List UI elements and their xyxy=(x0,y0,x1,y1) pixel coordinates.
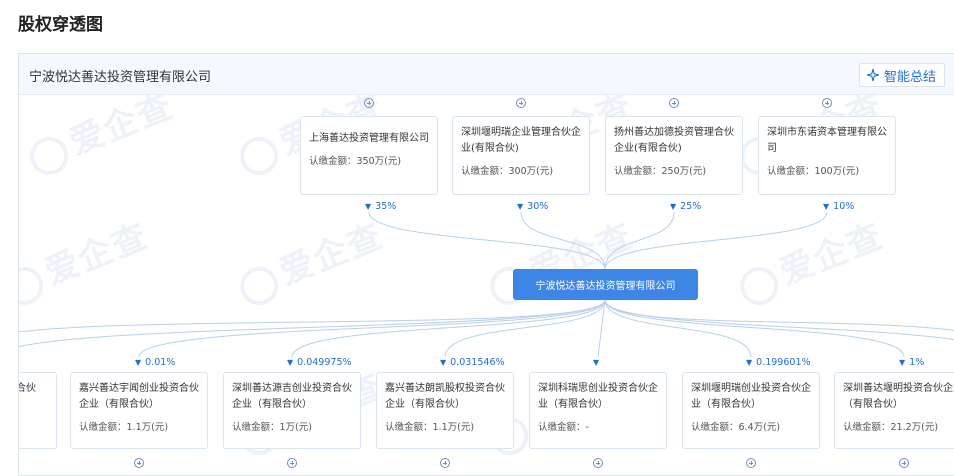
node-name: 上海善达投资管理有限公司 xyxy=(309,133,429,144)
shareholder-node[interactable]: 扬州善达加德投资管理合伙企业(有限合伙) 认缴金额：250万(元) xyxy=(605,116,743,195)
node-name: 深圳科瑞思创业投资合伙企业（有限合伙） xyxy=(538,383,658,410)
shareholder-node[interactable]: 深圳市东诺资本管理有限公司 认缴金额：100万(元) xyxy=(758,116,896,195)
node-name: 扬州善达加德投资管理合伙企业(有限合伙) xyxy=(614,127,734,154)
investment-percent: ▼ 0.199601% xyxy=(746,357,811,368)
share-percent: ▼ 35% xyxy=(365,201,397,212)
expand-plus-icon[interactable] xyxy=(899,458,909,468)
node-amount: 认缴金额：100万(元) xyxy=(767,166,860,177)
shareholder-node[interactable]: 上海善达投资管理有限公司 认缴金额：350万(元) xyxy=(300,116,438,195)
expand-plus-icon[interactable] xyxy=(516,98,526,108)
node-name: 深圳堰明瑞企业管理合伙企业(有限合伙) xyxy=(461,127,581,154)
node-name: 深圳善达堰明投资合伙企业（有限合伙） xyxy=(843,383,954,410)
expand-plus-icon[interactable] xyxy=(364,98,374,108)
node-amount: 认缴金额：1.1万(元) xyxy=(385,422,475,433)
share-percent: ▼ 25% xyxy=(670,201,702,212)
investment-percent: ▼ 0.031546% xyxy=(440,357,505,368)
investment-node[interactable]: 深圳善达堰明投资合伙企业（有限合伙） 认缴金额：21.2万(元) xyxy=(834,372,954,449)
smart-summary-label: 智能总结 xyxy=(883,69,936,85)
node-amount: 认缴金额：250万(元) xyxy=(614,166,707,177)
share-percent: ▼ 10% xyxy=(823,201,855,212)
shareholder-node[interactable]: 深圳堰明瑞企业管理合伙企业(有限合伙) 认缴金额：300万(元) xyxy=(452,116,590,195)
investment-node[interactable]: 合伙 xyxy=(18,372,57,449)
investment-node[interactable]: 深圳科瑞思创业投资合伙企业（有限合伙） 认缴金额：- xyxy=(529,372,667,449)
investment-node[interactable]: 嘉兴善达宇闻创业投资合伙企业（有限合伙） 认缴金额：1.1万(元) xyxy=(70,372,208,449)
expand-plus-icon[interactable] xyxy=(134,458,144,468)
page-title: 股权穿透图 xyxy=(18,15,103,35)
node-name: 深圳堰明瑞创业投资合伙企业（有限合伙） xyxy=(691,383,811,410)
investment-node[interactable]: 深圳堰明瑞创业投资合伙企业（有限合伙） 认缴金额：6.4万(元) xyxy=(682,372,820,449)
expand-plus-icon[interactable] xyxy=(440,458,450,468)
expand-plus-icon[interactable] xyxy=(746,458,756,468)
investment-arrow: ▼ xyxy=(593,358,600,367)
equity-graph-canvas[interactable]: 爱企查 爱企查 爱企查 爱企查 爱企查 爱企查 爱企查 爱企查 爱企查 爱企查 xyxy=(18,86,954,475)
investment-node[interactable]: 深圳善达源吉创业投资合伙企业（有限合伙） 认缴金额：1万(元) xyxy=(223,372,361,449)
expand-plus-icon[interactable] xyxy=(669,98,679,108)
share-percent: ▼ 30% xyxy=(517,201,549,212)
node-amount: 认缴金额：21.2万(元) xyxy=(843,422,939,433)
investment-percent: ▼ 0.049975% xyxy=(287,357,352,368)
node-amount: 认缴金额：1.1万(元) xyxy=(79,422,169,433)
node-amount: 认缴金额：1万(元) xyxy=(232,422,312,433)
investment-node[interactable]: 嘉兴善达朗凯股权投资合伙企业（有限合伙） 认缴金额：1.1万(元) xyxy=(376,372,514,449)
center-company-node[interactable]: 宁波悦达善达投资管理有限公司 xyxy=(513,269,698,300)
investment-percent: ▼ 0.01% xyxy=(135,357,176,368)
node-name: 深圳市东诺资本管理有限公司 xyxy=(767,127,887,154)
node-name: 嘉兴善达朗凯股权投资合伙企业（有限合伙） xyxy=(385,383,505,410)
expand-plus-icon[interactable] xyxy=(287,458,297,468)
node-amount: 认缴金额：- xyxy=(538,422,589,433)
investment-percent: ▼ 1% xyxy=(899,357,925,368)
node-amount: 认缴金额：6.4万(元) xyxy=(691,422,781,433)
node-amount: 认缴金额：300万(元) xyxy=(461,166,554,177)
node-name: 合伙 xyxy=(18,383,36,394)
expand-plus-icon[interactable] xyxy=(822,98,832,108)
equity-chart-panel: 宁波悦达善达投资管理有限公司 智能总结 爱企查 爱企查 爱企查 爱企查 爱企查 … xyxy=(18,53,954,476)
node-amount: 认缴金额：350万(元) xyxy=(309,156,402,167)
expand-plus-icon[interactable] xyxy=(593,458,603,468)
node-name: 嘉兴善达宇闻创业投资合伙企业（有限合伙） xyxy=(79,383,199,410)
company-title: 宁波悦达善达投资管理有限公司 xyxy=(29,70,212,85)
node-name: 深圳善达源吉创业投资合伙企业（有限合伙） xyxy=(232,383,352,410)
